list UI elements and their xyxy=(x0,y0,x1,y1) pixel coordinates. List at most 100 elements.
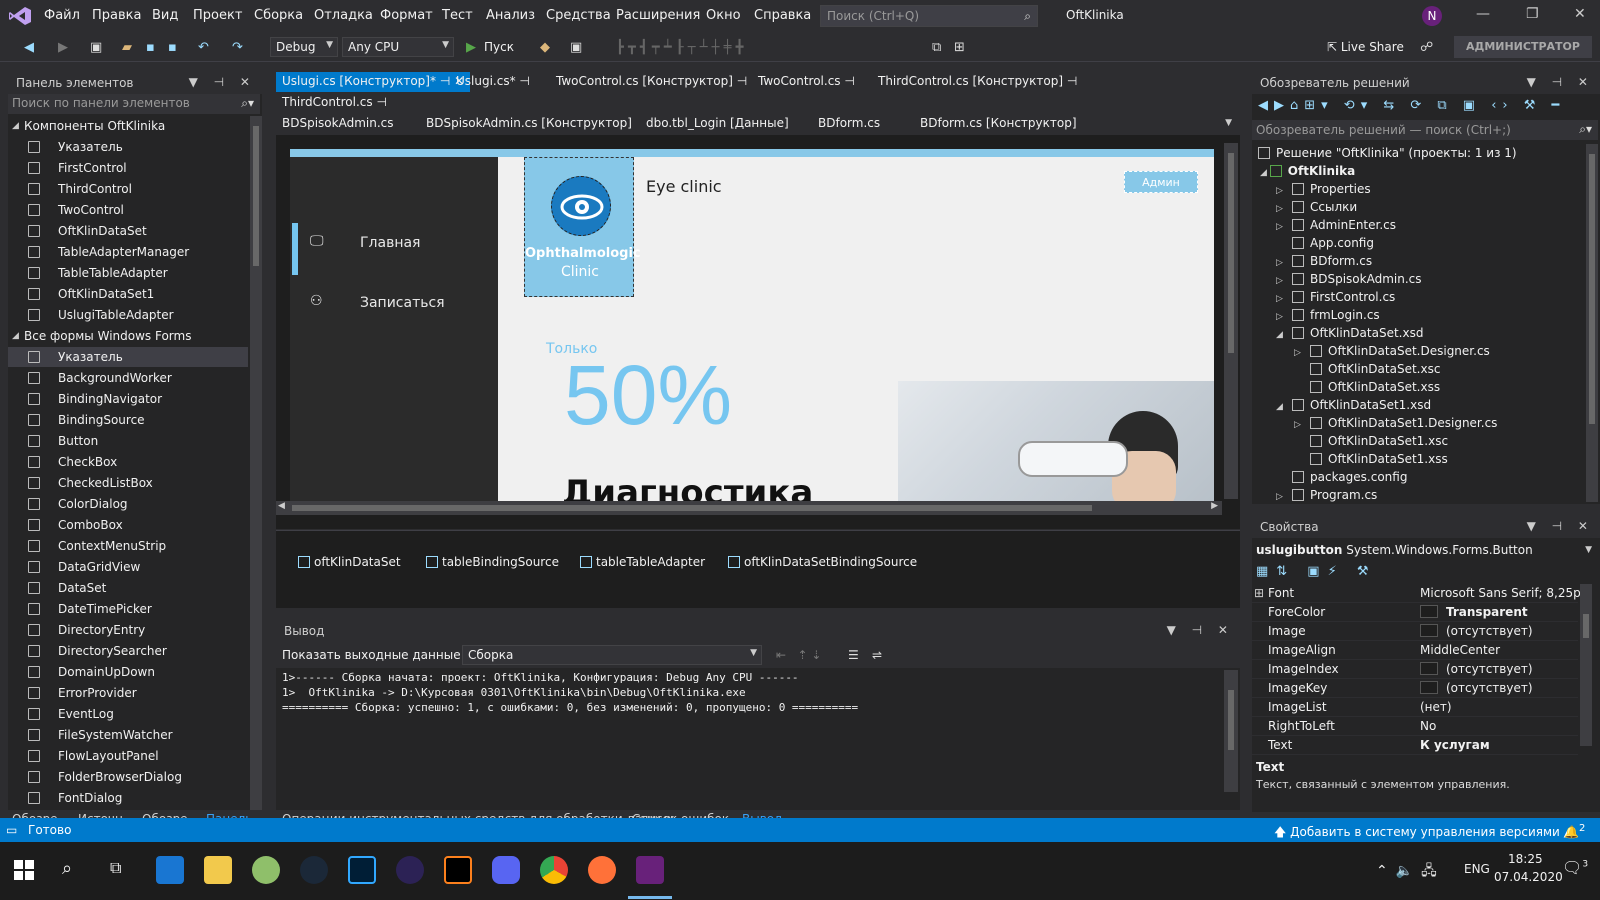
property-row[interactable]: Image (отсутствует) xyxy=(1252,622,1578,641)
property-value[interactable]: (нет) xyxy=(1420,700,1452,714)
firefox-icon[interactable] xyxy=(588,856,616,884)
toolbox-item[interactable]: OftKlinDataSet1 xyxy=(8,284,248,304)
solution-item[interactable]: ▷ OftKlinDataSet1.Designer.cs xyxy=(1294,414,1497,432)
designer-hscroll-thumb[interactable] xyxy=(292,505,1092,511)
toolbox-item[interactable]: ColorDialog xyxy=(8,494,248,514)
notifications-icon[interactable]: 🔔2 xyxy=(1564,823,1585,839)
toolbox-item[interactable]: DataGridView xyxy=(8,557,248,577)
toolbox-scrollbar[interactable] xyxy=(250,116,262,810)
toolbox-item[interactable]: Указатель xyxy=(8,137,248,157)
toolbox-item[interactable]: TwoControl xyxy=(8,200,248,220)
property-row[interactable]: ImageList (нет) xyxy=(1252,698,1578,717)
output-source-dropdown[interactable]: Сборка ▼ xyxy=(462,645,762,665)
store-icon[interactable] xyxy=(156,856,184,884)
property-value[interactable]: No xyxy=(1420,719,1436,733)
admin-button[interactable]: Админ xyxy=(1124,171,1198,193)
nav-home-button[interactable]: Главная xyxy=(360,235,420,251)
nav-signup-button[interactable]: Записаться xyxy=(360,295,445,311)
undo-icon[interactable]: ↶ xyxy=(198,40,209,55)
screenshot-icon[interactable]: ▣ xyxy=(570,40,582,55)
redo-icon[interactable]: ↷ xyxy=(232,40,243,55)
output-vscroll-thumb[interactable] xyxy=(1228,690,1234,750)
output-vscroll[interactable] xyxy=(1224,670,1238,792)
scroll-left-icon[interactable]: ◀ xyxy=(278,501,285,511)
minimize-icon[interactable]: — xyxy=(1476,6,1490,22)
toolbox-item[interactable]: FlowLayoutPanel xyxy=(8,746,248,766)
property-value[interactable]: Transparent xyxy=(1420,605,1528,619)
solution-toolbar[interactable]: ◀▶⌂⊞▾ ⟲▾ ⇆ ⟳ ⧉ ▣ ‹› ⚒ ━ xyxy=(1258,98,1578,118)
property-row[interactable]: ForeColor Transparent xyxy=(1252,603,1578,622)
tab-overflow-icon[interactable]: ▼ xyxy=(1225,118,1232,128)
expanded-icon[interactable]: ◢ xyxy=(12,326,19,346)
live-share-button[interactable]: ⇱ Live Share xyxy=(1327,40,1404,54)
property-row[interactable]: ImageIndex (отсутствует) xyxy=(1252,660,1578,679)
steam-icon[interactable] xyxy=(300,856,328,884)
solution-vscroll-thumb[interactable] xyxy=(1589,154,1595,424)
toolbox-item[interactable]: Button xyxy=(8,431,248,451)
tab-twocontrol-code[interactable]: TwoControl.cs ⊣ xyxy=(752,72,861,92)
toolbox-item[interactable]: BindingSource xyxy=(8,410,248,430)
visual-studio-taskbar-icon[interactable] xyxy=(636,856,664,884)
solution-item[interactable]: packages.config xyxy=(1276,468,1407,486)
object-selector[interactable]: uslugibutton System.Windows.Forms.Button… xyxy=(1256,540,1596,560)
pin-icon[interactable]: ⊣ xyxy=(519,74,529,88)
menu-analyze[interactable]: Анализ xyxy=(486,8,535,23)
properties-toolbar[interactable]: ▦⇅ ▣⚡ ⚒ xyxy=(1256,564,1456,584)
toolbox-item[interactable]: ContextMenuStrip xyxy=(8,536,248,556)
panel-controls-icon[interactable]: ▼ ⊣ ✕ xyxy=(1527,75,1594,89)
property-row[interactable]: ImageKey (отсутствует) xyxy=(1252,679,1578,698)
save-icon[interactable]: ▪ xyxy=(146,40,155,55)
toolbox-item[interactable]: DirectoryEntry xyxy=(8,620,248,640)
taskbar-search-icon[interactable]: ⌕ xyxy=(62,858,72,879)
toolbox-scroll-thumb[interactable] xyxy=(253,126,259,266)
property-row[interactable]: ImageAlign MiddleCenter xyxy=(1252,641,1578,660)
tab-uslugi-designer[interactable]: Uslugi.cs [Конструктор]* ⊣ ✕ xyxy=(276,72,471,92)
pin-icon[interactable]: ⊣ xyxy=(376,95,386,109)
property-row[interactable]: Text К услугам xyxy=(1252,736,1578,755)
back-icon[interactable]: ◀ xyxy=(24,40,34,55)
tray-tablebindingsource[interactable]: tableBindingSource xyxy=(426,555,559,569)
run-button[interactable]: Пуск xyxy=(484,40,514,54)
panel-controls-icon[interactable]: ▼ ⊣ ✕ xyxy=(1167,623,1234,637)
tab-order-icon[interactable]: ⧉ xyxy=(932,40,941,55)
quick-search-input[interactable]: Поиск (Ctrl+Q) ⌕ xyxy=(820,5,1038,27)
menu-file[interactable]: Файл xyxy=(44,8,80,23)
toolbox-item[interactable]: BindingNavigator xyxy=(8,389,248,409)
toolbox-item[interactable]: FolderBrowserDialog xyxy=(8,767,248,787)
toolbox-item[interactable]: DataSet xyxy=(8,578,248,598)
panel-controls-icon[interactable]: ▼ ⊣ ✕ xyxy=(189,75,256,89)
designed-form[interactable]: 🖵 Главная ⚇ Записаться Ophthalmologic Cl… xyxy=(290,149,1214,511)
property-value[interactable]: К услугам xyxy=(1420,738,1490,752)
toolbox-category[interactable]: ◢ Компоненты OftKlinika xyxy=(8,116,248,136)
property-value[interactable]: (отсутствует) xyxy=(1420,624,1533,638)
tray-tabletableadapter[interactable]: tableTableAdapter xyxy=(580,555,705,569)
toolbox-item[interactable]: TableTableAdapter xyxy=(8,263,248,283)
menu-debug[interactable]: Отладка xyxy=(314,8,373,23)
solution-vscroll[interactable] xyxy=(1586,144,1598,502)
avatar[interactable]: N xyxy=(1422,6,1442,26)
toolbox-item[interactable]: OftKlinDataSet xyxy=(8,221,248,241)
feedback-icon[interactable]: ☍ xyxy=(1420,40,1433,55)
solution-item[interactable]: ▷ Properties xyxy=(1276,180,1371,198)
toolbox-item[interactable]: ThirdControl xyxy=(8,179,248,199)
toolbox-item[interactable]: TableAdapterManager xyxy=(8,242,248,262)
expander-icon[interactable]: ▷ xyxy=(1276,488,1292,506)
tab-tbl-login-data[interactable]: dbo.tbl_Login [Данные] xyxy=(640,114,795,134)
add-to-vcs-button[interactable]: 🡅 Добавить в систему управления версиями… xyxy=(1274,823,1573,844)
toolbox-item[interactable]: DirectorySearcher xyxy=(8,641,248,661)
menu-format[interactable]: Формат xyxy=(380,8,433,23)
clock-time[interactable]: 18:25 xyxy=(1508,852,1543,866)
eclipse-icon[interactable] xyxy=(396,856,424,884)
solution-item[interactable]: OftKlinDataSet1.xsc xyxy=(1294,432,1448,450)
app-icon[interactable] xyxy=(252,856,280,884)
toolbox-item[interactable]: BackgroundWorker xyxy=(8,368,248,388)
solution-item[interactable]: ▷ BDSpisokAdmin.cs xyxy=(1276,270,1422,288)
solution-item[interactable]: ▷ FirstControl.cs xyxy=(1276,288,1395,306)
solution-item[interactable]: OftKlinDataSet.xsc xyxy=(1294,360,1440,378)
toolbox-item[interactable]: DateTimePicker xyxy=(8,599,248,619)
open-folder-icon[interactable]: ▰ xyxy=(122,40,132,55)
tab-bdspisokadmin-code[interactable]: BDSpisokAdmin.cs xyxy=(276,114,400,134)
run-icon[interactable]: ▶ xyxy=(466,40,476,55)
tab-thirdcontrol-code[interactable]: ThirdControl.cs ⊣ xyxy=(276,93,393,113)
tab-uslugi-code[interactable]: Uslugi.cs* ⊣ xyxy=(450,72,536,92)
